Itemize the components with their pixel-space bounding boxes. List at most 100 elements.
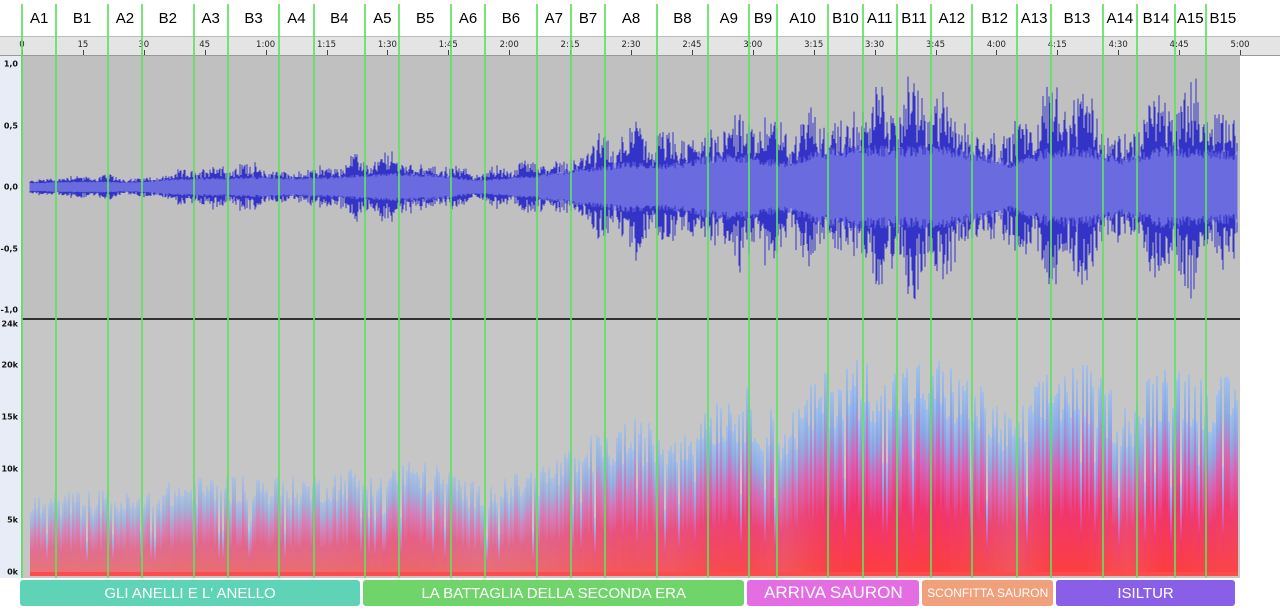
spectrogram-column (974, 396, 976, 574)
spectrogram-column (200, 478, 202, 574)
spectrogram-column (498, 534, 500, 574)
spectrogram-column (162, 495, 164, 574)
spectrogram-column (896, 396, 898, 574)
spectrogram-column (864, 402, 866, 574)
spectrogram-column (938, 360, 940, 574)
spectrogram-column (926, 409, 928, 574)
spectrogram-column (922, 393, 924, 574)
spectrogram-column (418, 476, 420, 574)
spectrogram-column (1034, 386, 1036, 574)
spectrogram-column (368, 516, 370, 574)
spectrogram-column (632, 449, 634, 574)
spectrogram-column (512, 496, 514, 574)
segment-label-a6: A6 (458, 10, 478, 27)
spectrogram-column (388, 480, 390, 574)
spectrogram-column (390, 477, 392, 574)
spectrogram-column (1216, 394, 1218, 574)
ruler-tick (691, 50, 693, 55)
spectrogram-column (392, 469, 394, 574)
spectrogram-column (94, 508, 96, 574)
spectrogram-column (386, 487, 388, 574)
spectrogram-column (664, 509, 666, 574)
spectrogram-column (786, 454, 788, 574)
spectrogram-column (914, 398, 916, 574)
spectrogram-column (678, 503, 680, 574)
spectrogram-column (1032, 412, 1034, 574)
spectrogram-column (110, 502, 112, 574)
spectrogram-column (338, 490, 340, 574)
spectrogram (22, 320, 1240, 578)
spectrogram-column (334, 475, 336, 574)
spectrogram-column (286, 490, 288, 574)
spectrogram-column (312, 483, 314, 574)
spectrogram-column (412, 470, 414, 574)
segment-label-b3: B3 (244, 10, 263, 27)
spectrogram-panel[interactable] (22, 320, 1240, 578)
spectrogram-column (304, 482, 306, 574)
ruler-tick (935, 50, 937, 55)
spectrogram-column (748, 389, 750, 574)
spectrogram-column (446, 483, 448, 574)
spectrogram-column (930, 363, 932, 574)
spectrogram-column (872, 410, 874, 574)
spectrogram-column (320, 502, 322, 574)
spectrogram-column (776, 442, 778, 574)
spectrogram-column (738, 414, 740, 574)
spectrogram-column (212, 481, 214, 574)
segment-label-b2: B2 (158, 10, 177, 27)
spectrogram-column (766, 437, 768, 574)
spectrogram-column (944, 396, 946, 574)
spectrogram-column (484, 509, 486, 574)
spectrogram-column (348, 471, 350, 574)
waveform-axis-label: -1,0 (0, 305, 19, 315)
spectrogram-column (224, 488, 226, 574)
time-ruler[interactable]: 0 15 30 45 1:00 1:15 1:30 1:45 2:00 2:15 2:30 2:45 3… (0, 36, 1280, 56)
spectrogram-axis-label: 15k (1, 412, 18, 422)
spectrogram-floor (30, 572, 1238, 576)
spectrogram-column (994, 427, 996, 574)
spectrogram-column (1040, 417, 1042, 574)
spectrogram-column (948, 415, 950, 574)
spectrogram-column (652, 444, 654, 574)
spectrogram-column (1126, 447, 1128, 574)
spectrogram-column (400, 517, 402, 574)
spectrogram-column (1084, 417, 1086, 574)
spectrogram-column (674, 442, 676, 574)
spectrogram-column (900, 416, 902, 574)
waveform-panel[interactable] (22, 56, 1240, 318)
spectrogram-column (424, 462, 426, 574)
spectrogram-column (972, 421, 974, 574)
spectrogram-column (614, 461, 616, 574)
spectrogram-column (76, 492, 78, 574)
spectrogram-column (66, 500, 68, 574)
spectrogram-column (874, 422, 876, 574)
spectrogram-column (120, 502, 122, 574)
spectrogram-column (790, 434, 792, 574)
spectrogram-column (1232, 407, 1234, 574)
spectrogram-column (556, 460, 558, 574)
spectrogram-column (104, 498, 106, 574)
spectrogram-column (456, 490, 458, 574)
spectrogram-column (826, 374, 828, 574)
spectrogram-column (490, 486, 492, 574)
spectrogram-column (1118, 497, 1120, 574)
spectrogram-column (494, 493, 496, 574)
spectrogram-column (668, 450, 670, 574)
spectrogram-column (244, 491, 246, 574)
spectrogram-column (1058, 384, 1060, 574)
spectrogram-column (40, 513, 42, 574)
spectrogram-column (184, 489, 186, 574)
spectrogram-column (820, 396, 822, 574)
spectrogram-column (282, 482, 284, 574)
spectrogram-column (894, 373, 896, 574)
spectrogram-column (1168, 421, 1170, 574)
spectrogram-column (414, 473, 416, 574)
spectrogram-column (374, 520, 376, 574)
spectrogram-column (764, 489, 766, 574)
spectrogram-column (198, 478, 200, 574)
spectrogram-column (176, 495, 178, 574)
spectrogram-column (582, 461, 584, 574)
spectrogram-column (298, 504, 300, 574)
spectrogram-column (74, 502, 76, 574)
spectrogram-column (420, 488, 422, 574)
